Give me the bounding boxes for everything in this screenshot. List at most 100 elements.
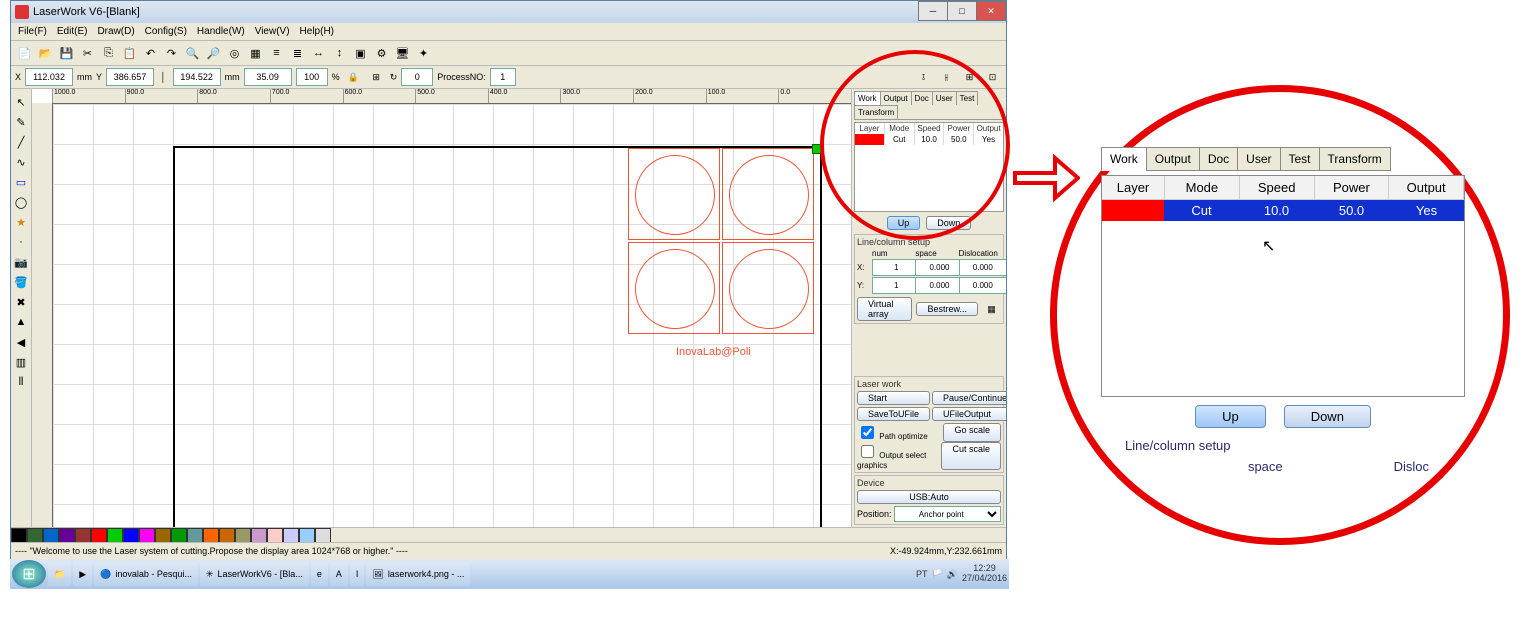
y-dislo-input[interactable] [959, 277, 1006, 294]
text-tool-icon[interactable]: ★ [12, 213, 30, 231]
mirror-tool-icon[interactable]: ▲ [12, 313, 30, 331]
circle-shape[interactable] [729, 155, 809, 235]
close-button[interactable]: ✕ [976, 1, 1006, 21]
coord-y-input[interactable] [106, 68, 154, 86]
group-icon[interactable]: ▣ [351, 44, 370, 63]
maximize-button[interactable]: □ [947, 1, 977, 21]
setting-icon[interactable]: ⚙ [372, 44, 391, 63]
tray-flag-icon[interactable]: 🏳️ [932, 569, 943, 580]
circle-shape[interactable] [635, 155, 715, 235]
menu-file[interactable]: File(F) [15, 25, 50, 38]
minimize-button[interactable]: ─ [918, 1, 948, 21]
taskbar-app-icon[interactable]: I [350, 562, 365, 586]
select-tool-icon[interactable]: ↖ [12, 93, 30, 111]
taskbar-media-icon[interactable]: ▶ [73, 562, 92, 586]
layer-table[interactable]: Layer Mode Speed Power Output Cut 10.0 5… [854, 122, 1004, 212]
anchor-icon[interactable]: ⊞ [367, 68, 386, 87]
align-c-icon[interactable]: ≣ [288, 44, 307, 63]
circle-shape[interactable] [635, 249, 715, 329]
ztab-transform[interactable]: Transform [1319, 147, 1391, 171]
x-num-input[interactable] [872, 259, 920, 276]
mirror-v-icon[interactable]: ↕ [330, 44, 349, 63]
lang-indicator[interactable]: PT [916, 569, 928, 579]
square-shape[interactable] [722, 242, 814, 334]
pause-button[interactable]: Pause/Continue [932, 391, 1006, 405]
preview-icon[interactable]: 🖥 [393, 44, 412, 63]
ztab-test[interactable]: Test [1280, 147, 1320, 171]
rotate-input[interactable] [401, 68, 433, 86]
cut-icon[interactable]: ✂ [78, 44, 97, 63]
circle-shape[interactable] [729, 249, 809, 329]
array-grid-icon[interactable]: ▦ [982, 300, 1001, 319]
scale-input[interactable] [296, 68, 328, 86]
usb-auto-button[interactable]: USB:Auto [857, 490, 1001, 504]
taskbar-autocad-icon[interactable]: A [330, 562, 348, 586]
zoom-down-button[interactable]: Down [1284, 405, 1371, 428]
position-select[interactable]: Anchor point [894, 506, 1001, 522]
tab-user[interactable]: User [932, 91, 957, 105]
down-button[interactable]: Down [926, 216, 971, 230]
taskbar-chrome[interactable]: 🔵 inovalab - Pesqui... [94, 562, 198, 586]
rect-tool-icon[interactable]: ▭ [12, 173, 30, 191]
line-tool-icon[interactable]: ╱ [12, 133, 30, 151]
layer-color-swatch[interactable] [855, 134, 885, 145]
flip-tool-icon[interactable]: ◀ [12, 333, 30, 351]
open-icon[interactable]: 📂 [36, 44, 55, 63]
distribute-icon[interactable]: ⫲ [937, 68, 956, 87]
undo-icon[interactable]: ↶ [141, 44, 160, 63]
zoom-in-icon[interactable]: 🔍 [183, 44, 202, 63]
tab-doc[interactable]: Doc [911, 91, 933, 105]
taskbar[interactable]: ⊞ 📁 ▶ 🔵 inovalab - Pesqui... ✳ LaserWork… [10, 559, 1009, 589]
paste-icon[interactable]: 📋 [120, 44, 139, 63]
title-bar[interactable]: LaserWork V6-[Blank] ─ □ ✕ [11, 1, 1006, 23]
lock-icon[interactable]: 🔒 [344, 68, 363, 87]
menu-edit[interactable]: Edit(E) [54, 25, 91, 38]
del-tool-icon[interactable]: ✖ [12, 293, 30, 311]
ztab-user[interactable]: User [1237, 147, 1280, 171]
square-shape[interactable] [722, 148, 814, 240]
puzzle-icon[interactable]: ✦ [414, 44, 433, 63]
zoom-fit-icon[interactable]: ◎ [225, 44, 244, 63]
align-tool2-icon[interactable]: ▥ [12, 353, 30, 371]
start-button[interactable]: ⊞ [12, 560, 46, 588]
tab-work[interactable]: Work [854, 91, 881, 105]
ztab-output[interactable]: Output [1146, 147, 1200, 171]
save-ufile-button[interactable]: SaveToUFile [857, 407, 930, 421]
size-x-input[interactable] [173, 68, 221, 86]
new-icon[interactable]: 📄 [15, 44, 34, 63]
x-space-input[interactable] [915, 259, 963, 276]
virtual-array-button[interactable]: Virtual array [857, 297, 912, 321]
array-icon[interactable]: ⊞ [960, 68, 979, 87]
design-text[interactable]: InovaLab@Poli [676, 346, 751, 358]
menu-handle[interactable]: Handle(W) [194, 25, 248, 38]
output-select-check[interactable]: Output select graphics [857, 442, 937, 470]
redo-icon[interactable]: ↷ [162, 44, 181, 63]
ztab-work[interactable]: Work [1101, 147, 1147, 171]
tray-network-icon[interactable]: 🔊 [947, 569, 958, 580]
taskbar-explorer-icon[interactable]: 📁 [48, 562, 71, 586]
anchor-handle[interactable] [812, 144, 822, 154]
square-shape[interactable] [628, 148, 720, 240]
menu-view[interactable]: View(V) [252, 25, 293, 38]
zoom-layer-table[interactable]: Layer Mode Speed Power Output Cut 10.0 5… [1101, 175, 1465, 397]
offset-icon[interactable]: ⊡ [983, 68, 1002, 87]
x-dislo-input[interactable] [959, 259, 1006, 276]
align-l-icon[interactable]: ≡ [267, 44, 286, 63]
taskbar-ie-icon[interactable]: e [311, 562, 328, 586]
y-space-input[interactable] [915, 277, 963, 294]
bestrew-button[interactable]: Bestrew... [916, 302, 978, 316]
zoom-layer-row[interactable]: Cut 10.0 50.0 Yes [1102, 200, 1464, 221]
layer-row[interactable]: Cut 10.0 50.0 Yes [855, 134, 1003, 145]
tab-test[interactable]: Test [956, 91, 979, 105]
mirror-h-icon[interactable]: ↔ [309, 44, 328, 63]
start-button[interactable]: Start [857, 391, 930, 405]
square-shape[interactable] [628, 242, 720, 334]
ztab-doc[interactable]: Doc [1199, 147, 1238, 171]
up-button[interactable]: Up [887, 216, 921, 230]
align-tool-icon[interactable]: ⫱ [914, 68, 933, 87]
system-tray[interactable]: PT 🏳️ 🔊 12:2927/04/2016 [916, 564, 1007, 584]
menu-help[interactable]: Help(H) [297, 25, 337, 38]
menu-draw[interactable]: Draw(D) [94, 25, 137, 38]
node-tool-icon[interactable]: ✎ [12, 113, 30, 131]
tab-transform[interactable]: Transform [854, 105, 898, 119]
